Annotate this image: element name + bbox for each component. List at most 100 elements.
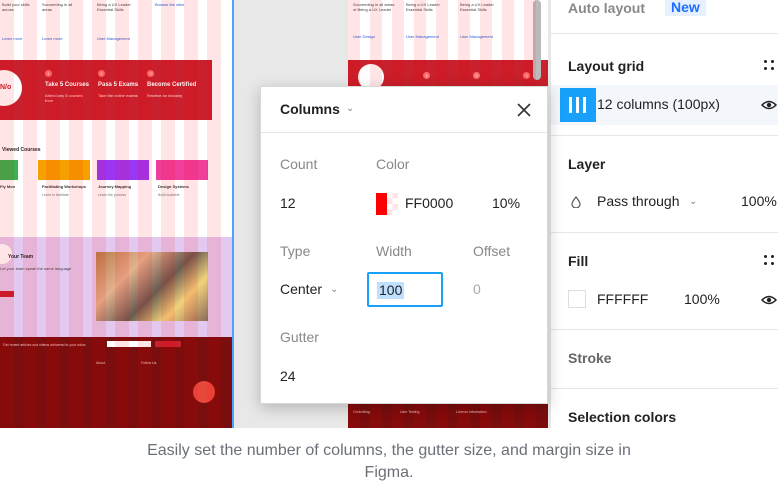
- chevron-down-icon: ⌄: [346, 103, 355, 114]
- color-label: Color: [376, 156, 410, 172]
- canvas-scrollbar[interactable]: [533, 0, 541, 80]
- grid-type-select[interactable]: Columns ⌄: [280, 101, 360, 119]
- popup-header: Columns ⌄: [261, 87, 547, 133]
- properties-panel: Auto layout New Layout grid 12 columns (…: [550, 0, 778, 428]
- team-cta: [0, 291, 14, 297]
- fill-swatch[interactable]: [568, 290, 586, 308]
- course-thumb: [0, 160, 18, 180]
- step-number: 2: [98, 70, 105, 77]
- stroke-title[interactable]: Stroke: [568, 350, 612, 366]
- gutter-input[interactable]: 24: [280, 368, 296, 384]
- blend-mode-value: Pass through: [597, 193, 680, 209]
- eye-icon[interactable]: [761, 99, 777, 111]
- width-value: 100: [377, 282, 405, 299]
- close-icon[interactable]: [517, 103, 531, 117]
- layout-grid-settings-popup: Columns ⌄ Count Color 12 FF0000 10% Type…: [260, 86, 548, 404]
- figma-workspace: Build your skills across Succeeding in a…: [0, 0, 778, 428]
- step-number: 3: [523, 72, 530, 79]
- step-desc: Attend any 5 courses from: [45, 93, 83, 103]
- course-desc: Build scalable: [158, 193, 180, 197]
- canvas-link: User Design: [353, 34, 376, 39]
- course-title: Fly Mon: [0, 184, 16, 189]
- course-desc: Learn to facilitate: [42, 193, 69, 197]
- step-title: Pass 5 Exams: [98, 82, 139, 88]
- course-title: Design Systems: [158, 184, 189, 189]
- divider: [551, 232, 778, 233]
- footer-button: [155, 341, 181, 347]
- step-number: 1: [423, 72, 430, 79]
- footer-col: About: [96, 361, 106, 365]
- auto-layout-section[interactable]: Auto layout New: [568, 0, 768, 18]
- step-number: 2: [473, 72, 480, 79]
- canvas-text: Being a UX Leader Essential Skills: [97, 2, 131, 12]
- certification-banner: [0, 60, 212, 120]
- step-title: Become Certified: [147, 82, 197, 88]
- caption-line: Figma.: [364, 464, 414, 481]
- new-badge: New: [665, 0, 706, 16]
- footer-text: License Information: [456, 410, 487, 414]
- eye-icon[interactable]: [761, 294, 777, 306]
- width-label: Width: [376, 243, 412, 259]
- step-title: Take 5 Courses: [45, 82, 89, 88]
- canvas-link: User Management: [460, 34, 493, 39]
- width-input[interactable]: 100: [367, 272, 443, 307]
- type-label: Type: [280, 243, 311, 259]
- footer-text: User Testing: [400, 410, 420, 414]
- blend-mode-select[interactable]: Pass through ⌄: [597, 193, 697, 211]
- canvas-link: Learn more: [42, 36, 63, 41]
- grid-styles-icon[interactable]: [764, 60, 776, 72]
- fill-title: Fill: [568, 253, 589, 269]
- canvas-link: Browse the sites: [155, 2, 185, 7]
- fill-opacity[interactable]: 100%: [684, 291, 720, 307]
- canvas-text: Being a UX Leader Essential Skills: [406, 2, 440, 12]
- offset-input[interactable]: 0: [473, 281, 481, 297]
- canvas-text: Succeeding in all areas of Being a UX Le…: [353, 2, 395, 12]
- auto-layout-label: Auto layout: [568, 0, 645, 16]
- step-desc: Take the online exams: [98, 93, 138, 98]
- canvas-frame-selected[interactable]: Build your skills across Succeeding in a…: [0, 0, 234, 428]
- canvas-link: Learn more: [2, 36, 23, 41]
- footer-text: Controlling: [353, 410, 370, 414]
- grid-type-value: Columns: [280, 101, 340, 117]
- logo-text: N/o: [0, 84, 12, 91]
- divider: [551, 33, 778, 34]
- course-thumb: [38, 160, 90, 180]
- figure-caption: Easily set the number of columns, the gu…: [0, 440, 778, 484]
- layout-grid-row[interactable]: 12 columns (100px): [551, 85, 778, 125]
- chevron-down-icon: ⌄: [689, 196, 698, 207]
- canvas-link: User Management: [97, 36, 130, 41]
- layout-grid-label: 12 columns (100px): [597, 96, 720, 112]
- step-number: 3: [147, 70, 154, 77]
- course-desc: Learn the process: [98, 193, 127, 197]
- team-text: Let your team speak the same language: [0, 266, 72, 271]
- column-grid-icon[interactable]: [560, 88, 596, 122]
- fill-styles-icon[interactable]: [764, 255, 776, 267]
- offset-label: Offset: [473, 243, 511, 259]
- gutter-label: Gutter: [280, 329, 319, 345]
- count-input[interactable]: 12: [280, 195, 296, 211]
- team-title: Your Team: [8, 254, 34, 260]
- canvas-text: Build your skills across: [2, 2, 30, 12]
- caption-line: Easily set the number of columns, the gu…: [147, 442, 631, 459]
- color-hex-input[interactable]: FF0000: [405, 195, 453, 211]
- divider: [551, 135, 778, 136]
- canvas-text: Being a UX Leader Essential Skills: [460, 2, 494, 12]
- footer-col: Follow Us: [141, 361, 157, 365]
- fill-hex[interactable]: FFFFFF: [597, 291, 648, 307]
- divider: [551, 329, 778, 330]
- course-thumb: [97, 160, 149, 180]
- selection-colors-title: Selection colors: [568, 409, 677, 425]
- layout-grid-title: Layout grid: [568, 58, 645, 74]
- site-footer: [348, 404, 548, 428]
- canvas-text: Succeeding in all areas: [42, 2, 73, 12]
- course-thumb: [156, 160, 208, 180]
- layer-title: Layer: [568, 156, 606, 172]
- course-title: Facilitating Workshops: [42, 184, 86, 189]
- color-opacity-input[interactable]: 10%: [492, 195, 520, 211]
- chevron-down-icon: ⌄: [330, 284, 339, 295]
- grid-color-swatch[interactable]: [376, 193, 398, 215]
- type-select[interactable]: Center ⌄: [280, 281, 350, 299]
- footer-input: [107, 341, 151, 347]
- course-title: Journey Mapping: [98, 184, 132, 189]
- layer-opacity[interactable]: 100%: [741, 193, 777, 209]
